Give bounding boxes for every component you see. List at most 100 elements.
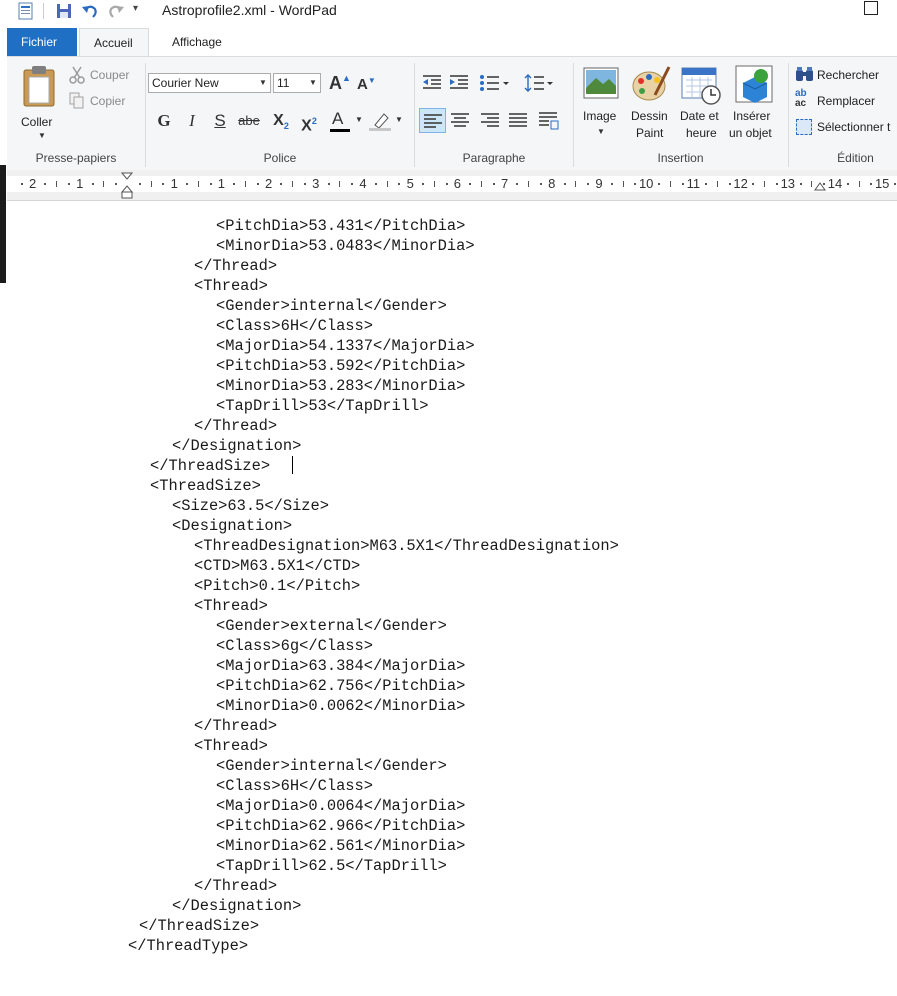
- paint-drawing-button[interactable]: Dessin Paint: [627, 63, 675, 143]
- document-line: <PitchDia>62.966</PitchDia>: [216, 817, 466, 835]
- tab-accueil[interactable]: Accueil: [79, 28, 149, 56]
- document-line: <Class>6g</Class>: [216, 637, 374, 655]
- ruler[interactable]: 21112345678910111213141516: [7, 170, 897, 201]
- decrease-indent-icon[interactable]: [422, 75, 442, 91]
- ruler-dot: [20, 183, 23, 185]
- insert-object-button[interactable]: Insérer un objet: [727, 63, 783, 143]
- ruler-label: 4: [359, 176, 367, 191]
- copy-label: Copier: [90, 94, 126, 108]
- ruler-dot: [799, 183, 802, 185]
- document-line: <ThreadDesignation>M63.5X1</ThreadDesign…: [194, 537, 619, 555]
- ruler-dot: [516, 183, 519, 185]
- ruler-dot: [681, 183, 684, 185]
- date-time-button[interactable]: Date et heure: [677, 63, 725, 143]
- ruler-tick: [528, 181, 530, 187]
- font-size-select[interactable]: 11 ▼: [273, 73, 321, 93]
- document-line: <MajorDia>54.1337</MajorDia>: [216, 337, 475, 355]
- align-right-icon[interactable]: [481, 113, 499, 127]
- cut-label: Couper: [90, 68, 130, 82]
- increase-indent-icon[interactable]: [449, 75, 469, 91]
- document-line: <MinorDia>0.0062</MinorDia>: [216, 697, 466, 715]
- align-left-button[interactable]: [419, 108, 446, 133]
- shrink-font-icon[interactable]: A▼: [357, 76, 376, 93]
- wordpad-app-icon[interactable]: [16, 2, 36, 20]
- save-icon[interactable]: [54, 2, 74, 20]
- redo-icon[interactable]: [106, 2, 126, 20]
- chevron-down-icon: ▼: [259, 78, 267, 87]
- strikethrough-button[interactable]: abe: [237, 109, 261, 133]
- paragraph-group-label: Paragraphe: [462, 151, 526, 165]
- subscript-icon[interactable]: X2: [269, 109, 293, 133]
- ruler-dot: [68, 183, 70, 185]
- paste-button[interactable]: Coller ▼: [15, 63, 65, 141]
- tab-affichage[interactable]: Affichage: [158, 28, 238, 56]
- ruler-dot: [327, 183, 330, 185]
- ruler-tick: [575, 181, 577, 187]
- bullet-list-icon[interactable]: [479, 75, 509, 91]
- right-indent-marker-icon[interactable]: [814, 182, 826, 192]
- document-line: </ThreadSize>: [150, 457, 271, 475]
- document-line: <CTD>M63.5X1</CTD>: [194, 557, 361, 575]
- title-bar: ▾ Astroprofile2.xml - WordPad: [0, 0, 897, 24]
- grow-font-icon[interactable]: A▲: [329, 73, 351, 94]
- ruler-dot: [610, 183, 613, 185]
- find-label: Rechercher: [817, 68, 880, 82]
- ruler-dot: [894, 183, 896, 185]
- customize-qa-icon[interactable]: ▾: [133, 3, 138, 14]
- ruler-tick: [433, 181, 435, 187]
- replace-icon: ab ac: [795, 88, 807, 109]
- find-button[interactable]: Rechercher: [795, 65, 897, 85]
- bold-button[interactable]: G: [152, 109, 176, 133]
- paste-dropdown-icon[interactable]: ▼: [38, 131, 46, 140]
- ruler-dot: [162, 183, 165, 185]
- copy-icon: [69, 92, 84, 109]
- superscript-icon[interactable]: X2: [297, 109, 321, 134]
- ruler-dot: [256, 183, 259, 185]
- document-line: <Gender>external</Gender>: [216, 617, 447, 635]
- ruler-label: 7: [500, 176, 509, 191]
- ruler-label: 1: [217, 176, 225, 191]
- replace-label: Remplacer: [817, 94, 876, 108]
- ribbon-tabs: Fichier Accueil Affichage: [0, 28, 897, 56]
- undo-icon[interactable]: [80, 2, 100, 20]
- ruler-dot: [658, 183, 660, 185]
- ruler-label: 2: [28, 176, 37, 191]
- ruler-dot: [138, 183, 141, 185]
- binoculars-icon: [796, 67, 813, 81]
- chevron-down-icon: ▼: [597, 127, 605, 136]
- ruler-tick: [103, 181, 105, 187]
- underline-button[interactable]: S: [208, 109, 232, 133]
- ruler-tick: [764, 181, 766, 187]
- document-editor[interactable]: <PitchDia>53.431</PitchDia> <MinorDia>53.…: [7, 201, 897, 996]
- font-family-select[interactable]: Courier New ▼: [148, 73, 271, 93]
- document-line: <Gender>internal</Gender>: [216, 757, 447, 775]
- ruler-dot: [634, 183, 637, 185]
- ruler-dot: [469, 183, 472, 185]
- replace-button[interactable]: ab ac Remplacer: [795, 88, 897, 111]
- line-spacing-icon[interactable]: [524, 74, 554, 92]
- tab-fichier[interactable]: Fichier: [7, 28, 77, 56]
- ruler-dot: [44, 183, 47, 185]
- paragraph-settings-icon[interactable]: [539, 112, 559, 130]
- highlight-color-button[interactable]: ▼: [369, 109, 405, 133]
- align-center-icon[interactable]: [451, 113, 469, 127]
- ruler-label: 8: [548, 176, 556, 191]
- font-size-value: 11: [277, 76, 290, 90]
- ruler-tick: [245, 181, 246, 187]
- justify-icon[interactable]: [509, 113, 527, 127]
- text-color-button[interactable]: A ▼: [330, 109, 366, 133]
- ruler-dot: [563, 183, 566, 185]
- document-line: <Size>63.5</Size>: [172, 497, 330, 515]
- document-line: <MinorDia>53.283</MinorDia>: [216, 377, 466, 395]
- chevron-down-icon: ▼: [309, 78, 317, 87]
- select-all-button[interactable]: Sélectionner t: [795, 117, 897, 137]
- cut-button[interactable]: Couper: [69, 65, 149, 85]
- maximize-icon[interactable]: [864, 1, 878, 15]
- document-line: <Thread>: [194, 597, 268, 615]
- document-line: <Thread>: [194, 737, 268, 755]
- ruler-dot: [398, 183, 401, 185]
- indent-marker-icon[interactable]: [121, 172, 133, 200]
- insert-image-button[interactable]: Image ▼: [579, 63, 623, 143]
- copy-button[interactable]: Copier: [69, 91, 149, 111]
- italic-button[interactable]: I: [180, 109, 204, 133]
